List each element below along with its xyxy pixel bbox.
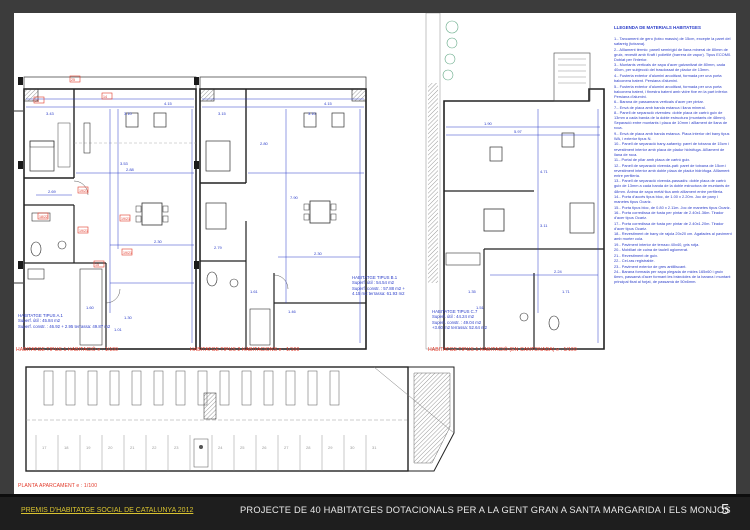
svg-text:3.11: 3.11	[540, 223, 548, 228]
svg-text:4.15: 4.15	[324, 101, 333, 106]
svg-text:5.97: 5.97	[514, 129, 523, 134]
presentation-sheet: 3.43 3.10 4.15 2.69 2.88 3.53 2.30 1.60 1.01…	[0, 0, 750, 530]
svg-text:2.24: 2.24	[554, 269, 563, 274]
legend-item: 19.- Paviment interior de terrazo 40x40,…	[614, 241, 700, 247]
legend-item: 6.- Barana de passamans verticals d'acer…	[614, 99, 704, 105]
svg-text:3.53: 3.53	[120, 161, 129, 166]
svg-text:22: 22	[152, 445, 157, 450]
legend-item: 23.- Paviment exterior de gres antillisc…	[614, 263, 687, 269]
legend-item: 4.- Fusteria exterior d'alumini anoditza…	[614, 72, 722, 84]
svg-text:25: 25	[71, 78, 75, 82]
parking-plan: 17 18 19 20 21 22 23 24 25 26 27 28 29 30 31	[25, 366, 455, 472]
svg-text:3.10: 3.10	[308, 111, 317, 116]
svg-text:30: 30	[350, 445, 355, 450]
svg-text:17: 17	[42, 445, 47, 450]
caption-parking: PLANTA APARCAMENT e : 1/100	[18, 483, 98, 489]
legend-item: 13.- Panell de separació vivenda-passadí…	[614, 178, 730, 194]
page-number: 5	[721, 501, 730, 518]
svg-text:3.15: 3.15	[218, 111, 227, 116]
svg-text:1.30: 1.30	[124, 315, 133, 320]
svg-text:1.60: 1.60	[86, 305, 95, 310]
svg-text:23: 23	[174, 445, 179, 450]
legend-item: 20.- Mobiliari de cuina de taulell aglom…	[614, 247, 689, 253]
legend-item: 1.- Tancament de gero (totxo massís) de …	[614, 36, 731, 47]
svg-text:1.61: 1.61	[250, 289, 259, 294]
caption-plan-b: HABITATGE TIPUS 2 HABITACIONS e : 1/100	[190, 347, 300, 353]
legend-list: 1.- Tancament de gero (totxo massís) de …	[614, 36, 732, 284]
prize-title: PREMIS D'HABITATGE SOCIAL DE CATALUNYA 2…	[21, 507, 194, 514]
svg-text:7.90: 7.90	[290, 195, 299, 200]
drawing-paper: 3.43 3.10 4.15 2.69 2.88 3.53 2.30 1.60 1.01…	[14, 13, 736, 506]
footer-divider	[0, 494, 750, 497]
svg-text:18: 18	[64, 445, 69, 450]
plan-type-b1: 3.15 3.10 4.15 2.80 7.90 2.30 2.79 1.61 1.46	[194, 76, 367, 350]
project-title: PROJECTE DE 40 HABITATGES DOTACIONALS PE…	[240, 505, 731, 515]
svg-text:1.71: 1.71	[562, 289, 571, 294]
legend-item: 18.- Revestiment de bany de rajola 20x20…	[614, 231, 732, 242]
caption-plan-c: HABITATGE TIPUS 1 HABITACIÓ (EN CANTONAD…	[428, 347, 577, 353]
legend-item: 16.- Porta corredissa de fusta per pinta…	[614, 210, 724, 221]
svg-text:1.35: 1.35	[468, 289, 477, 294]
svg-text:1.01: 1.01	[114, 327, 123, 332]
legend-item: 11.- Portal de pilar amb placa de cartró…	[614, 157, 691, 163]
area-b1-line3: 4.15 m2 terrassa: 61.93 m2	[352, 291, 405, 297]
svg-text:19/21: 19/21	[121, 217, 130, 221]
svg-text:28: 28	[306, 445, 311, 450]
materials-legend: Llegenda de materials habitatges 1.- Tan…	[614, 25, 732, 455]
svg-text:2.30: 2.30	[154, 239, 163, 244]
svg-text:2.79: 2.79	[214, 245, 223, 250]
svg-text:19: 19	[86, 445, 91, 450]
svg-text:2.80: 2.80	[260, 141, 269, 146]
legend-item: 8.- Panell de separació vivendes: doble …	[614, 110, 728, 131]
legend-item: 9.- Envà de placa amb banda estanca. Pla…	[614, 130, 730, 141]
svg-text:19/21: 19/21	[79, 189, 88, 193]
plan-type-c7: 5.971.90 4.713.11 2.241.35 1.511.71	[425, 13, 605, 350]
legend-item: 12.- Panell de separació vivenda-pati: p…	[614, 162, 730, 178]
svg-text:24: 24	[218, 445, 223, 450]
svg-text:3.10: 3.10	[124, 111, 133, 116]
area-a1-line2: Superf. constr. : 46.92 + 2.95 terrassa:…	[18, 323, 111, 329]
svg-text:26: 26	[262, 445, 267, 450]
area-c7-line3: +3.60 m2 terrassa: 52.64 m2	[432, 325, 488, 331]
svg-text:20: 20	[108, 445, 113, 450]
legend-item: 21.- Revestiment de guix.	[614, 252, 659, 258]
legend-item: 7.- Envà de placa amb banda estanca i ll…	[614, 104, 706, 110]
svg-text:18/22: 18/22	[39, 215, 48, 219]
svg-text:23: 23	[35, 99, 39, 103]
svg-text:31: 31	[372, 445, 377, 450]
area-box-b1: HABITATGE TIPUS B.1 Superf. útil : 54.54…	[352, 275, 405, 297]
svg-text:1.46: 1.46	[288, 309, 297, 314]
svg-text:21: 21	[130, 445, 135, 450]
legend-item: 15.- Porta tipus bloc, de 0.80 x 2.11m. …	[614, 204, 731, 210]
legend-item: 10.- Panell de separació bany-safareig: …	[614, 141, 729, 157]
svg-text:19/21: 19/21	[79, 229, 88, 233]
area-box-c7: HABITATGE TIPUS C.7 Superf. útil : 44.24…	[432, 309, 487, 331]
svg-text:2.88: 2.88	[126, 167, 135, 172]
legend-item: 2.- Aïllament tèrmic: panell semirígid d…	[614, 46, 732, 62]
legend-item: 3.- Muntants verticals de xapa d'acer ga…	[614, 62, 726, 73]
svg-text:1.90: 1.90	[484, 121, 493, 126]
legend-title: Llegenda de materials habitatges	[614, 25, 701, 30]
svg-text:2.69: 2.69	[48, 189, 57, 194]
svg-text:4.15: 4.15	[164, 101, 173, 106]
svg-text:25: 25	[240, 445, 245, 450]
plan-type-a1: 3.43 3.10 4.15 2.69 2.883.53 2.30 1.60 1.01…	[14, 75, 197, 350]
svg-text:19/21: 19/21	[123, 251, 132, 255]
legend-item: 22.- Cel-ras registrable.	[614, 258, 655, 264]
legend-item: 17.- Porta corredissa de fusta per pinta…	[614, 220, 724, 231]
footer-bar: PREMIS D'HABITATGE SOCIAL DE CATALUNYA 2…	[0, 494, 750, 530]
area-box-a1: HABITATGE TIPUS A.1 Superf. útil : 45.84…	[18, 313, 110, 329]
legend-item: 24.- Barana formada per xapa plegada de …	[614, 269, 731, 285]
svg-text:27: 27	[284, 445, 289, 450]
svg-text:14: 14	[103, 95, 107, 99]
legend-item: 14.- Porta d'accés tipus bloc, de 1.00 x…	[614, 193, 718, 205]
svg-text:29: 29	[328, 445, 333, 450]
svg-text:4.71: 4.71	[540, 169, 549, 174]
svg-text:2.30: 2.30	[314, 251, 323, 256]
svg-text:15: 15	[95, 263, 99, 267]
legend-item: 5.- Fusteria exterior d'alumini anoditza…	[614, 83, 729, 99]
caption-plan-a: HABITATGE TIPUS 1 HABITACIÓ e : 1/100	[16, 347, 119, 353]
svg-text:3.43: 3.43	[46, 111, 55, 116]
